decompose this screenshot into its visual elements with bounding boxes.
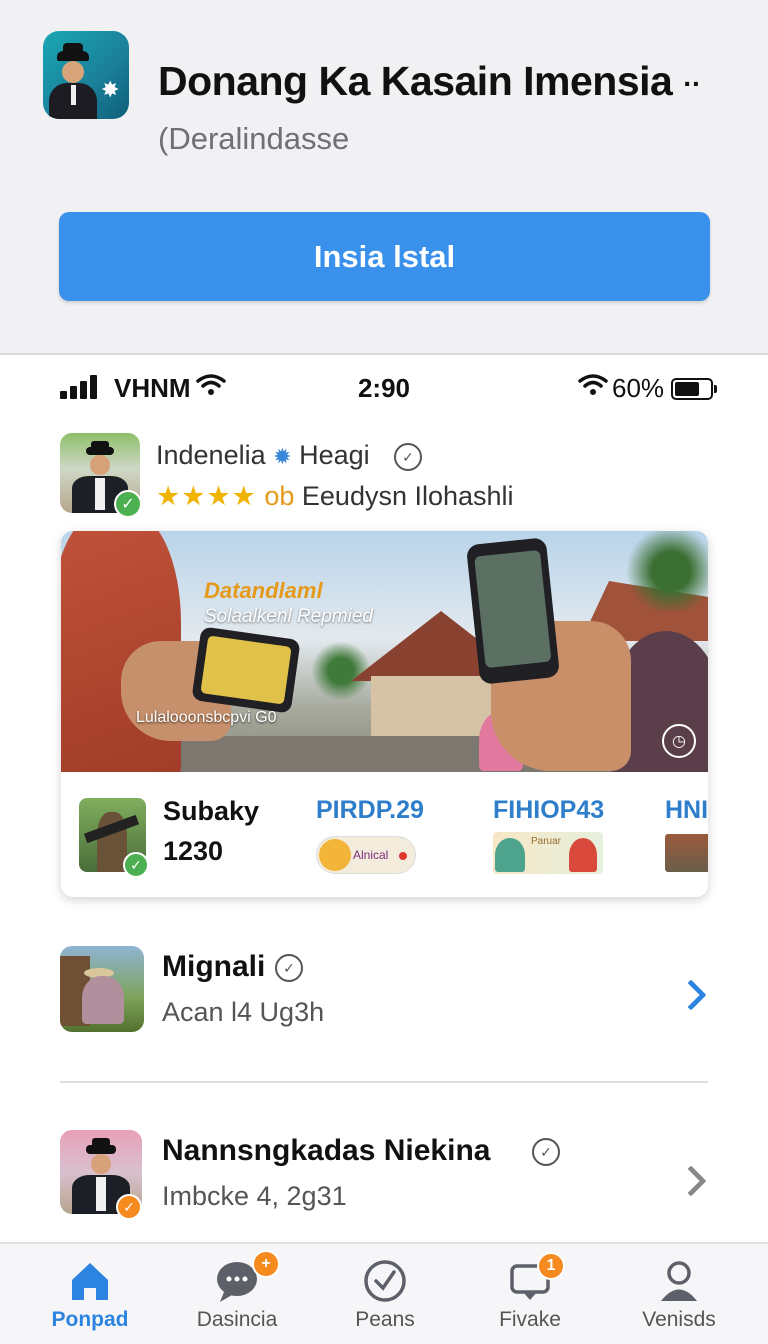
- battery-icon: [671, 378, 717, 400]
- strip-item-title[interactable]: PIRDP.29: [316, 796, 424, 825]
- rating-suffix: ob: [264, 481, 295, 511]
- feature-image: [61, 531, 708, 772]
- tab-bar: Ponpad + Dasincia Peans 1 Fivake Venisds: [0, 1242, 768, 1344]
- gear-icon: ✹: [273, 444, 292, 469]
- verified-badge: ✓: [114, 490, 142, 518]
- feature-strip: ✓ Subaky 1230 PIRDP.29 Alnical FIHIOP43 …: [61, 772, 708, 897]
- notification-badge: 1: [537, 1252, 565, 1280]
- mascot-icon: [319, 839, 351, 871]
- strip-thumbnail[interactable]: Paruar: [493, 832, 603, 874]
- wifi-icon: [578, 374, 608, 395]
- install-button[interactable]: Insia lstal: [59, 212, 710, 301]
- tab-label: Fivake: [499, 1308, 561, 1331]
- strip-item-title[interactable]: FIHIOP43: [493, 796, 604, 825]
- app-subtitle: (Deralindasse: [158, 121, 350, 156]
- feature-card[interactable]: Datandlaml Solaalkenl Repmied Lulalooons…: [61, 531, 708, 897]
- install-banner: ✸ Donang Ka Kasain Imensia ·· (Deralinda…: [0, 0, 768, 355]
- tab-label: Peans: [355, 1308, 415, 1331]
- feature-caption: Lulalooonsbcpvi G0: [136, 709, 277, 726]
- battery-percent: 60%: [612, 373, 665, 403]
- status-bar: VHNM 2:90 60%: [0, 365, 768, 411]
- tab-inbox[interactable]: 1 Fivake: [453, 1244, 607, 1344]
- notification-badge: +: [252, 1250, 280, 1278]
- profile-name-row: Indenelia ✹ Heagi: [156, 440, 370, 471]
- profile-tagline: Eeudysn Ilohashli: [301, 481, 514, 511]
- profile-rating-row: ★★★★ ob Eeudysn Ilohashli: [156, 481, 514, 512]
- verify-icon[interactable]: ✓: [275, 954, 303, 982]
- tab-label: Venisds: [642, 1308, 716, 1331]
- verify-icon[interactable]: ✓: [532, 1138, 560, 1166]
- tab-messages[interactable]: + Dasincia: [160, 1244, 314, 1344]
- profile-handle: Heagi: [299, 440, 370, 470]
- status-badge: ✓: [116, 1194, 142, 1220]
- list-item-avatar[interactable]: [60, 946, 144, 1032]
- clock-icon[interactable]: ◷: [662, 724, 696, 758]
- strip-item-title[interactable]: Subaky: [163, 796, 259, 827]
- tab-plans[interactable]: Peans: [308, 1244, 462, 1344]
- feature-title: Datandlaml: [204, 578, 323, 603]
- list-item-subtitle: Imbcke 4, 2g31: [162, 1181, 347, 1211]
- chevron-right-icon[interactable]: [675, 1165, 707, 1197]
- strip-item-title[interactable]: HNI: [665, 796, 708, 825]
- chevron-right-icon[interactable]: [675, 979, 707, 1011]
- strip-thumbnail[interactable]: [665, 834, 708, 872]
- person-icon: [661, 1261, 697, 1301]
- tab-home[interactable]: Ponpad: [13, 1244, 167, 1344]
- circle-check-icon: [364, 1260, 406, 1302]
- verified-badge: ✓: [123, 852, 149, 878]
- list-item-title[interactable]: Mignali: [162, 950, 265, 984]
- strip-pill[interactable]: Alnical: [316, 836, 416, 874]
- list-item-title[interactable]: Nannsngkadas Niekina: [162, 1134, 490, 1168]
- app-icon: ✸: [43, 31, 129, 119]
- feature-subtitle: Solaalkenl Repmied: [204, 606, 373, 627]
- tab-label: Dasincia: [196, 1308, 278, 1331]
- home-icon: [72, 1263, 108, 1300]
- more-icon[interactable]: ··: [683, 68, 701, 99]
- divider: [60, 1081, 708, 1083]
- rating-stars: ★★★★: [156, 481, 257, 511]
- strip-item-value: 1230: [163, 836, 224, 866]
- tab-label: Ponpad: [51, 1308, 129, 1331]
- verify-icon[interactable]: ✓: [394, 443, 422, 471]
- list-item-subtitle: Acan l4 Ug3h: [162, 997, 325, 1027]
- tab-profile[interactable]: Venisds: [602, 1244, 756, 1344]
- profile-name: Indenelia: [156, 440, 266, 470]
- app-title: Donang Ka Kasain Imensia ··: [158, 58, 701, 104]
